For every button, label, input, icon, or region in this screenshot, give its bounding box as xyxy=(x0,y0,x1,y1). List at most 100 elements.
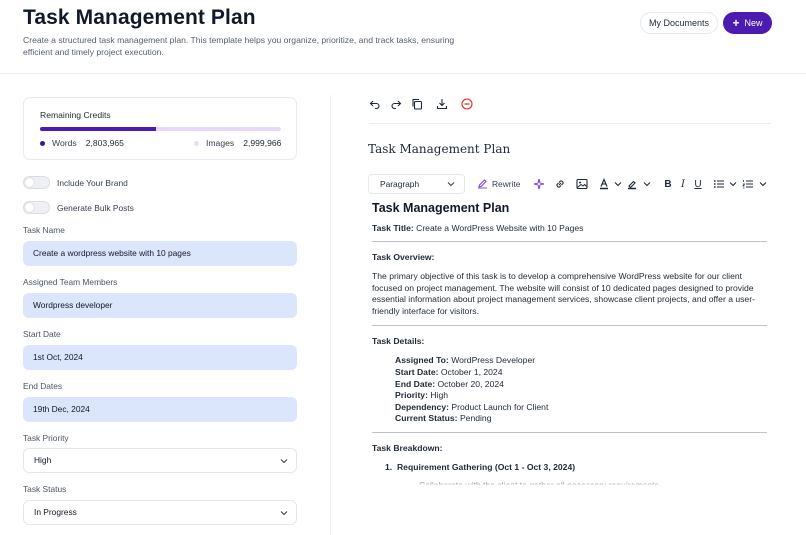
detail-item: End Date: October 20, 2024 xyxy=(395,379,504,389)
panel-divider xyxy=(330,95,331,535)
detail-value: October 1, 2024 xyxy=(440,367,503,377)
detail-label: Assigned To: xyxy=(395,355,449,365)
images-value: 2,999,966 xyxy=(243,138,282,148)
task-title-line: Task Title: Create a WordPress Website w… xyxy=(372,223,583,233)
undo-icon[interactable] xyxy=(369,98,381,110)
end-dates-label: End Dates xyxy=(23,381,63,391)
task-priority-select[interactable]: High xyxy=(23,448,297,473)
end-dates-input[interactable]: 19th Dec, 2024 xyxy=(23,397,297,422)
page-description: Create a structured task management plan… xyxy=(23,35,455,57)
breakdown-heading: Task Breakdown: xyxy=(372,443,443,453)
content-heading: Task Management Plan xyxy=(372,201,510,215)
credits-progress-fill xyxy=(40,127,156,131)
detail-value: Product Launch for Client xyxy=(451,402,549,412)
chevron-down-icon[interactable] xyxy=(727,178,739,190)
task-status-label: Task Status xyxy=(23,484,67,494)
bulk-posts-row: Generate Bulk Posts xyxy=(23,201,134,214)
highlight-icon[interactable] xyxy=(626,178,638,190)
start-date-input[interactable]: 1st Oct, 2024 xyxy=(23,345,297,370)
chevron-down-icon[interactable] xyxy=(641,178,653,190)
overview-heading: Task Overview: xyxy=(372,252,435,262)
plus-icon: + xyxy=(732,16,740,30)
chevron-down-icon[interactable] xyxy=(757,178,769,190)
download-icon[interactable] xyxy=(436,98,448,110)
task-title-label: Task Title: xyxy=(372,223,414,233)
chevron-down-icon xyxy=(280,511,288,516)
detail-label: Current Status: xyxy=(395,413,458,423)
horizontal-rule xyxy=(372,432,767,433)
paragraph-style-select[interactable]: Paragraph xyxy=(368,174,465,194)
detail-item: Dependency: Product Launch for Client xyxy=(395,402,548,412)
editor-toolbar: Paragraph Rewrite B I U xyxy=(368,174,770,194)
credits-images: Images 2,999,966 xyxy=(194,138,281,148)
breakdown-number: 1. xyxy=(385,462,393,472)
team-members-label: Assigned Team Members xyxy=(23,277,118,287)
text-color-icon[interactable] xyxy=(598,178,610,190)
remove-circle-icon[interactable] xyxy=(461,98,473,110)
detail-item: Priority: High xyxy=(395,390,448,400)
paragraph-style-value: Paragraph xyxy=(380,179,420,189)
remaining-credits-card: Remaining Credits Words 2,803,965 Images… xyxy=(23,97,297,160)
detail-value: High xyxy=(430,390,449,400)
actions-divider xyxy=(369,123,771,124)
document-actions xyxy=(369,98,473,110)
detail-item: Start Date: October 1, 2024 xyxy=(395,367,503,377)
overview-text: The primary objective of this task is to… xyxy=(372,271,755,317)
detail-label: Start Date: xyxy=(395,367,439,377)
chevron-down-icon[interactable] xyxy=(612,178,624,190)
include-brand-toggle[interactable] xyxy=(23,176,50,189)
words-value: 2,803,965 xyxy=(85,138,124,148)
horizontal-rule xyxy=(372,241,767,242)
detail-label: End Date: xyxy=(395,379,436,389)
numbered-list-icon[interactable] xyxy=(742,178,754,190)
underline-icon[interactable]: U xyxy=(692,178,704,190)
partial-text-line: Collaborate with the client to gather al… xyxy=(419,480,659,490)
document-title: Task Management Plan xyxy=(368,142,511,156)
task-name-label: Task Name xyxy=(23,225,65,235)
redo-icon[interactable] xyxy=(390,98,402,110)
detail-value: WordPress Developer xyxy=(451,355,536,365)
my-documents-button[interactable]: My Documents xyxy=(640,12,718,34)
task-status-value: In Progress xyxy=(34,507,77,517)
task-title-value: Create a WordPress Website with 10 Pages xyxy=(416,223,584,233)
bulk-posts-label: Generate Bulk Posts xyxy=(57,202,134,213)
task-name-input[interactable]: Create a wordpress website with 10 pages xyxy=(23,241,297,266)
detail-value: October 20, 2024 xyxy=(437,379,504,389)
start-date-label: Start Date xyxy=(23,329,61,339)
sparkle-icon[interactable] xyxy=(533,178,545,190)
rewrite-button[interactable]: Rewrite xyxy=(477,178,520,189)
italic-icon[interactable]: I xyxy=(677,178,689,190)
credits-words: Words 2,803,965 xyxy=(40,138,124,148)
include-brand-row: Include Your Brand xyxy=(23,176,128,189)
bold-icon[interactable]: B xyxy=(662,178,674,190)
bulk-posts-toggle[interactable] xyxy=(23,201,50,214)
task-priority-value: High xyxy=(34,455,52,465)
task-priority-label: Task Priority xyxy=(23,433,69,443)
images-dot-icon xyxy=(194,140,199,146)
details-heading: Task Details: xyxy=(372,336,425,346)
detail-value: Pending xyxy=(459,413,492,423)
detail-label: Priority: xyxy=(395,390,428,400)
words-label: Words xyxy=(52,138,77,148)
image-icon[interactable] xyxy=(576,178,588,190)
bullet-list-icon[interactable] xyxy=(713,178,725,190)
pen-icon xyxy=(478,179,487,189)
rewrite-label: Rewrite xyxy=(492,178,521,189)
copy-icon[interactable] xyxy=(411,98,423,110)
chevron-down-icon xyxy=(280,459,288,464)
link-icon[interactable] xyxy=(554,178,566,190)
credits-title: Remaining Credits xyxy=(40,110,111,120)
credits-progress-bar xyxy=(40,127,281,131)
new-button[interactable]: + New xyxy=(723,12,772,34)
include-brand-label: Include Your Brand xyxy=(57,177,128,188)
words-dot-icon xyxy=(40,140,45,146)
page-title: Task Management Plan xyxy=(23,6,256,29)
images-label: Images xyxy=(206,138,235,148)
detail-label: Dependency: xyxy=(395,402,449,412)
breakdown-text: Requirement Gathering (Oct 1 - Oct 3, 20… xyxy=(396,462,576,472)
task-status-select[interactable]: In Progress xyxy=(23,500,297,525)
detail-item: Current Status: Pending xyxy=(395,413,492,423)
horizontal-rule xyxy=(372,325,767,326)
new-button-label: New xyxy=(744,18,763,28)
team-members-input[interactable]: Wordpress developer xyxy=(23,293,297,318)
